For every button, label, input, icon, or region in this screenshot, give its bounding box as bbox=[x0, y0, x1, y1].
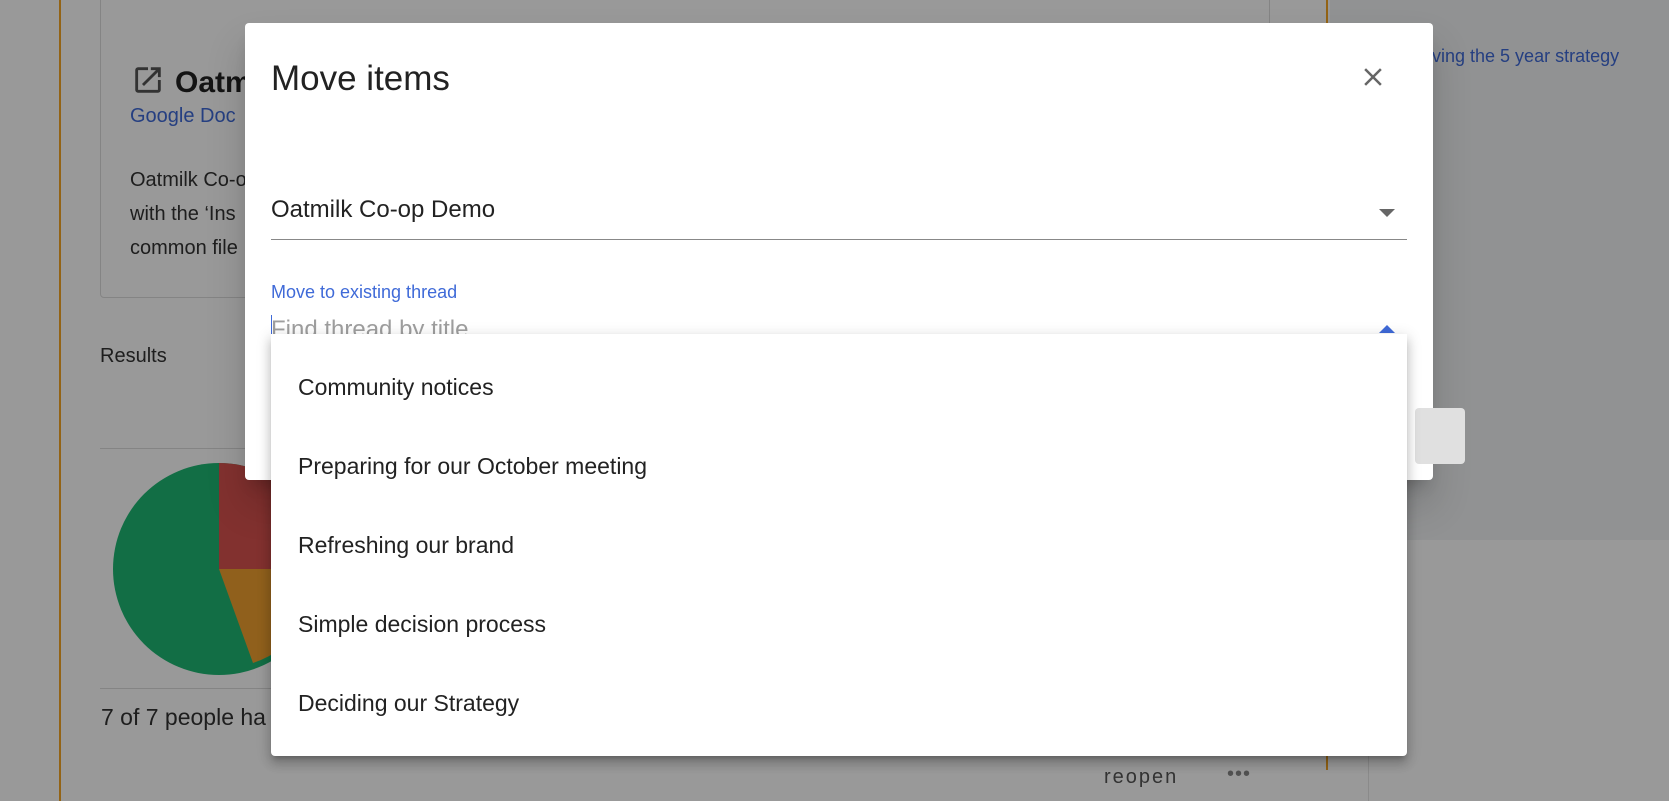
chevron-down-icon bbox=[1379, 209, 1395, 217]
thread-option[interactable]: Refreshing our brand bbox=[271, 506, 1407, 585]
thread-option[interactable]: Simple decision process bbox=[271, 585, 1407, 664]
chevron-up-icon[interactable] bbox=[1379, 325, 1395, 333]
thread-field-label: Move to existing thread bbox=[271, 282, 458, 302]
close-icon bbox=[1364, 68, 1382, 86]
close-button[interactable] bbox=[1351, 55, 1395, 99]
dialog-title: Move items bbox=[271, 59, 450, 98]
thread-options-list: Community notices Preparing for our Octo… bbox=[271, 334, 1407, 743]
thread-option[interactable]: Deciding our Strategy bbox=[271, 664, 1407, 743]
thread-option[interactable]: Community notices bbox=[271, 348, 1407, 427]
thread-options-dropdown: Community notices Preparing for our Octo… bbox=[271, 334, 1407, 756]
dialog-action-button[interactable] bbox=[1415, 408, 1465, 464]
thread-option[interactable]: Preparing for our October meeting bbox=[271, 427, 1407, 506]
group-select[interactable]: Oatmilk Co-op Demo bbox=[271, 173, 1407, 240]
group-select-value: Oatmilk Co-op Demo bbox=[271, 196, 496, 223]
